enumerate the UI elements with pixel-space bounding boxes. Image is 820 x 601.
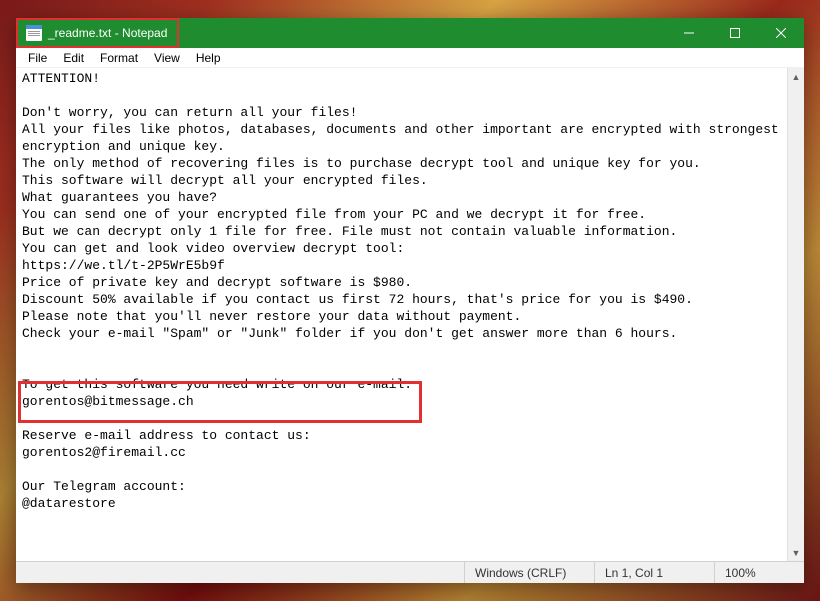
menu-format[interactable]: Format xyxy=(92,49,146,67)
status-encoding: Windows (CRLF) xyxy=(464,562,594,583)
close-icon xyxy=(776,28,786,38)
minimize-icon xyxy=(684,28,694,38)
notepad-icon xyxy=(26,25,42,41)
menubar: File Edit Format View Help xyxy=(16,48,804,68)
document-text: ATTENTION! Don't worry, you can return a… xyxy=(22,71,787,511)
minimize-button[interactable] xyxy=(666,18,712,48)
scroll-up-icon[interactable]: ▲ xyxy=(788,68,804,85)
maximize-button[interactable] xyxy=(712,18,758,48)
status-spacer xyxy=(16,562,464,583)
status-zoom: 100% xyxy=(714,562,804,583)
status-position: Ln 1, Col 1 xyxy=(594,562,714,583)
menu-view[interactable]: View xyxy=(146,49,188,67)
menu-edit[interactable]: Edit xyxy=(55,49,92,67)
scroll-down-icon[interactable]: ▼ xyxy=(788,544,804,561)
maximize-icon xyxy=(730,28,740,38)
window-title: _readme.txt - Notepad xyxy=(48,26,167,40)
titlebar[interactable]: _readme.txt - Notepad xyxy=(16,18,804,48)
text-area[interactable]: ATTENTION! Don't worry, you can return a… xyxy=(16,68,804,561)
titlebar-left: _readme.txt - Notepad xyxy=(16,18,179,48)
menu-help[interactable]: Help xyxy=(188,49,229,67)
statusbar: Windows (CRLF) Ln 1, Col 1 100% xyxy=(16,561,804,583)
vertical-scrollbar[interactable]: ▲ ▼ xyxy=(787,68,804,561)
close-button[interactable] xyxy=(758,18,804,48)
menu-file[interactable]: File xyxy=(20,49,55,67)
window-controls xyxy=(666,18,804,48)
notepad-window: _readme.txt - Notepad File Edit Format V… xyxy=(16,18,804,583)
